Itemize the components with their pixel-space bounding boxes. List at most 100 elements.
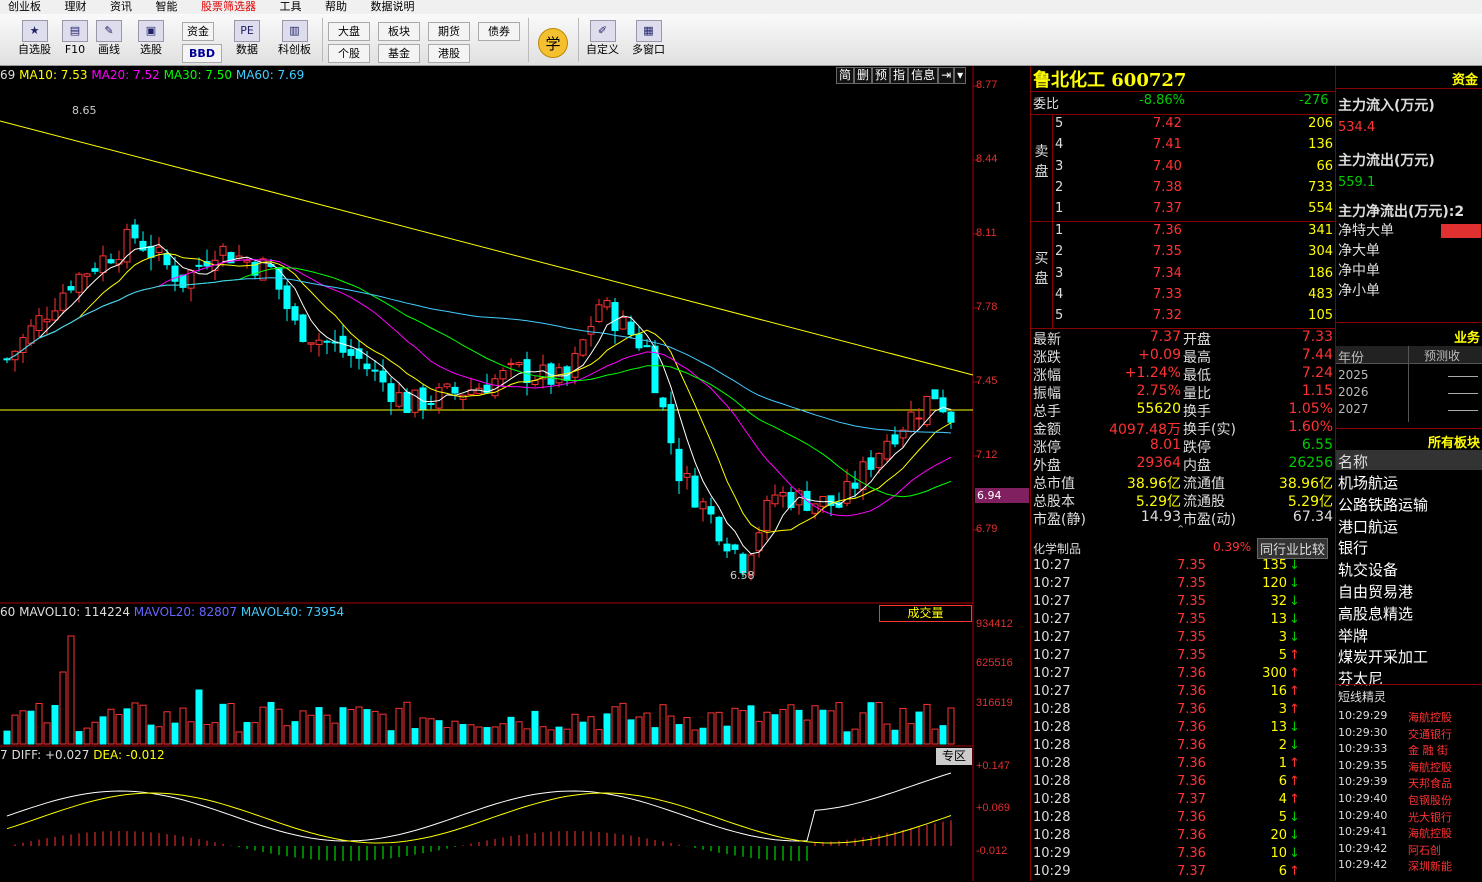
tab-business[interactable]: 业务: [1454, 327, 1480, 346]
f10-button[interactable]: ▤ F10: [62, 20, 88, 58]
volume-bar: [755, 720, 763, 745]
board-item[interactable]: 煤炭开采加工: [1338, 646, 1428, 667]
draw-line-button[interactable]: ✎ 画线: [96, 20, 122, 58]
menu-item[interactable]: 资讯: [102, 0, 132, 14]
tab-zhi[interactable]: 指: [890, 67, 909, 84]
tick-row: 10:28 7.36 6 ↑: [1033, 774, 1300, 789]
sprite-row[interactable]: 10:29:33 金 融 街: [1338, 742, 1482, 758]
qihuo-dropdown[interactable]: 期货: [428, 22, 470, 41]
chevron-up-icon[interactable]: ⌃: [1176, 523, 1185, 536]
tab-shan[interactable]: 删: [854, 67, 873, 84]
volume-bar: [179, 707, 187, 745]
board-item[interactable]: 轨交设备: [1338, 559, 1398, 580]
arrow-down-icon: ↓: [1289, 558, 1300, 573]
sprite-row[interactable]: 10:29:41 海航控股: [1338, 825, 1482, 841]
watchlist-button[interactable]: ★ 自选股: [18, 20, 51, 58]
tick-row: 10:27 7.35 135 ↓: [1033, 558, 1300, 573]
volume-bar: [811, 705, 819, 745]
quote-stat-row: 总股本 5.29亿 流通股 5.29亿: [1033, 494, 1333, 510]
kline-chart[interactable]: 69 MA10: 7.53 MA20: 7.52 MA30: 7.50 MA60…: [0, 66, 1030, 881]
volume-bar: [219, 703, 227, 745]
tab-yu[interactable]: 预: [872, 67, 891, 84]
menu-item[interactable]: 数据说明: [363, 0, 415, 14]
tick-row: 10:28 7.36 2 ↓: [1033, 738, 1300, 753]
candle-body: [91, 268, 99, 272]
sprite-row[interactable]: 10:29:29 海航控股: [1338, 709, 1482, 725]
chevron-down-icon[interactable]: ▾: [954, 67, 967, 84]
board-item[interactable]: 芬太尼: [1338, 668, 1383, 689]
candle-body: [107, 259, 115, 264]
stock-picker-button[interactable]: ▣ 选股: [138, 20, 164, 58]
volume-bar: [899, 707, 907, 745]
volume-bar: [251, 722, 259, 745]
volume-bar: [715, 711, 723, 745]
learn-button[interactable]: 学: [538, 28, 568, 58]
board-item[interactable]: 公路铁路运输: [1338, 494, 1428, 515]
volume-bar: [683, 717, 691, 745]
board-item[interactable]: 银行: [1338, 537, 1368, 558]
customize-button[interactable]: ✐ 自定义: [586, 20, 619, 58]
jijin-dropdown[interactable]: 基金: [378, 44, 420, 63]
ganggu-button[interactable]: 港股: [428, 44, 470, 63]
board-item[interactable]: 机场航运: [1338, 472, 1398, 493]
board-item[interactable]: 举牌: [1338, 625, 1368, 646]
forecast-header: 预测收: [1424, 349, 1461, 363]
sprite-row[interactable]: 10:29:39 天邦食品: [1338, 775, 1482, 791]
sprite-row[interactable]: 10:29:30 交通银行: [1338, 726, 1482, 742]
dapan-dropdown[interactable]: 大盘: [328, 22, 370, 41]
sprite-row[interactable]: 10:29:35 海航控股: [1338, 759, 1482, 775]
quote-stat-row: 金额 4097.48万 换手(实) 1.60%: [1033, 419, 1333, 438]
star-market-button[interactable]: ▥ 科创板: [278, 20, 311, 58]
candle-body: [451, 386, 459, 394]
menu-item[interactable]: 工具: [272, 0, 302, 14]
year-cell: 2026: [1338, 385, 1369, 399]
menu-item[interactable]: 创业板: [0, 0, 41, 14]
candle-body: [611, 302, 619, 332]
candle-body: [427, 403, 435, 406]
zhaiquan-button[interactable]: 债券: [478, 22, 520, 41]
candle-body: [59, 292, 67, 311]
candle-body: [123, 229, 131, 263]
bbd-button[interactable]: BBD: [182, 44, 222, 63]
indicator-select[interactable]: 成交量: [879, 605, 972, 622]
board-item[interactable]: 港口航运: [1338, 516, 1398, 537]
candle-body: [619, 316, 627, 330]
sprite-row[interactable]: 10:29:42 深圳新能: [1338, 858, 1482, 874]
tab-zijin[interactable]: 资金: [1452, 69, 1478, 88]
candle-body: [243, 259, 251, 263]
tab-all-boards[interactable]: 所有板块: [1428, 432, 1480, 451]
quote-stat-row: 振幅 2.75% 量比 1.15: [1033, 383, 1333, 402]
volume-bar: [843, 731, 851, 745]
pe-icon: PE: [234, 20, 260, 42]
data-button[interactable]: PE 数据: [234, 20, 260, 58]
expand-icon[interactable]: ⇥: [938, 67, 955, 84]
sprite-row[interactable]: 10:29:42 阿石创: [1338, 842, 1482, 858]
menu-item[interactable]: 帮助: [317, 0, 347, 14]
volume-bar: [59, 671, 67, 745]
zijin-button[interactable]: 资金: [182, 22, 214, 41]
bankuai-dropdown[interactable]: 板块: [378, 22, 420, 41]
dea-line: [6, 792, 952, 844]
board-item[interactable]: 高股息精选: [1338, 603, 1413, 624]
zone-button[interactable]: 专区: [936, 748, 972, 765]
industry-compare-button[interactable]: 同行业比较: [1257, 538, 1329, 559]
volume-bar: [651, 727, 659, 745]
board-item[interactable]: 自由贸易港: [1338, 581, 1413, 602]
arrow-down-icon: ↓: [1289, 738, 1300, 753]
candle-body: [571, 353, 579, 378]
menu-item[interactable]: 智能: [148, 0, 178, 14]
multi-window-button[interactable]: ▦ 多窗口: [632, 20, 665, 58]
tab-info[interactable]: 信息: [908, 67, 939, 84]
sprite-row[interactable]: 10:29:40 包钢股份: [1338, 792, 1482, 808]
volume-bar: [595, 729, 603, 745]
volume-bar: [339, 707, 347, 745]
tab-jian[interactable]: 简: [836, 67, 855, 84]
volume-bar: [403, 701, 411, 745]
gegu-dropdown[interactable]: 个股: [328, 44, 370, 63]
candle-body: [715, 516, 723, 542]
menu-item[interactable]: 理财: [57, 0, 87, 14]
sprite-row[interactable]: 10:29:40 光大银行: [1338, 809, 1482, 825]
volume-tick: 316619: [976, 697, 1013, 709]
menu-item[interactable]: 股票筛选器: [193, 0, 256, 14]
candle-body: [403, 391, 411, 413]
